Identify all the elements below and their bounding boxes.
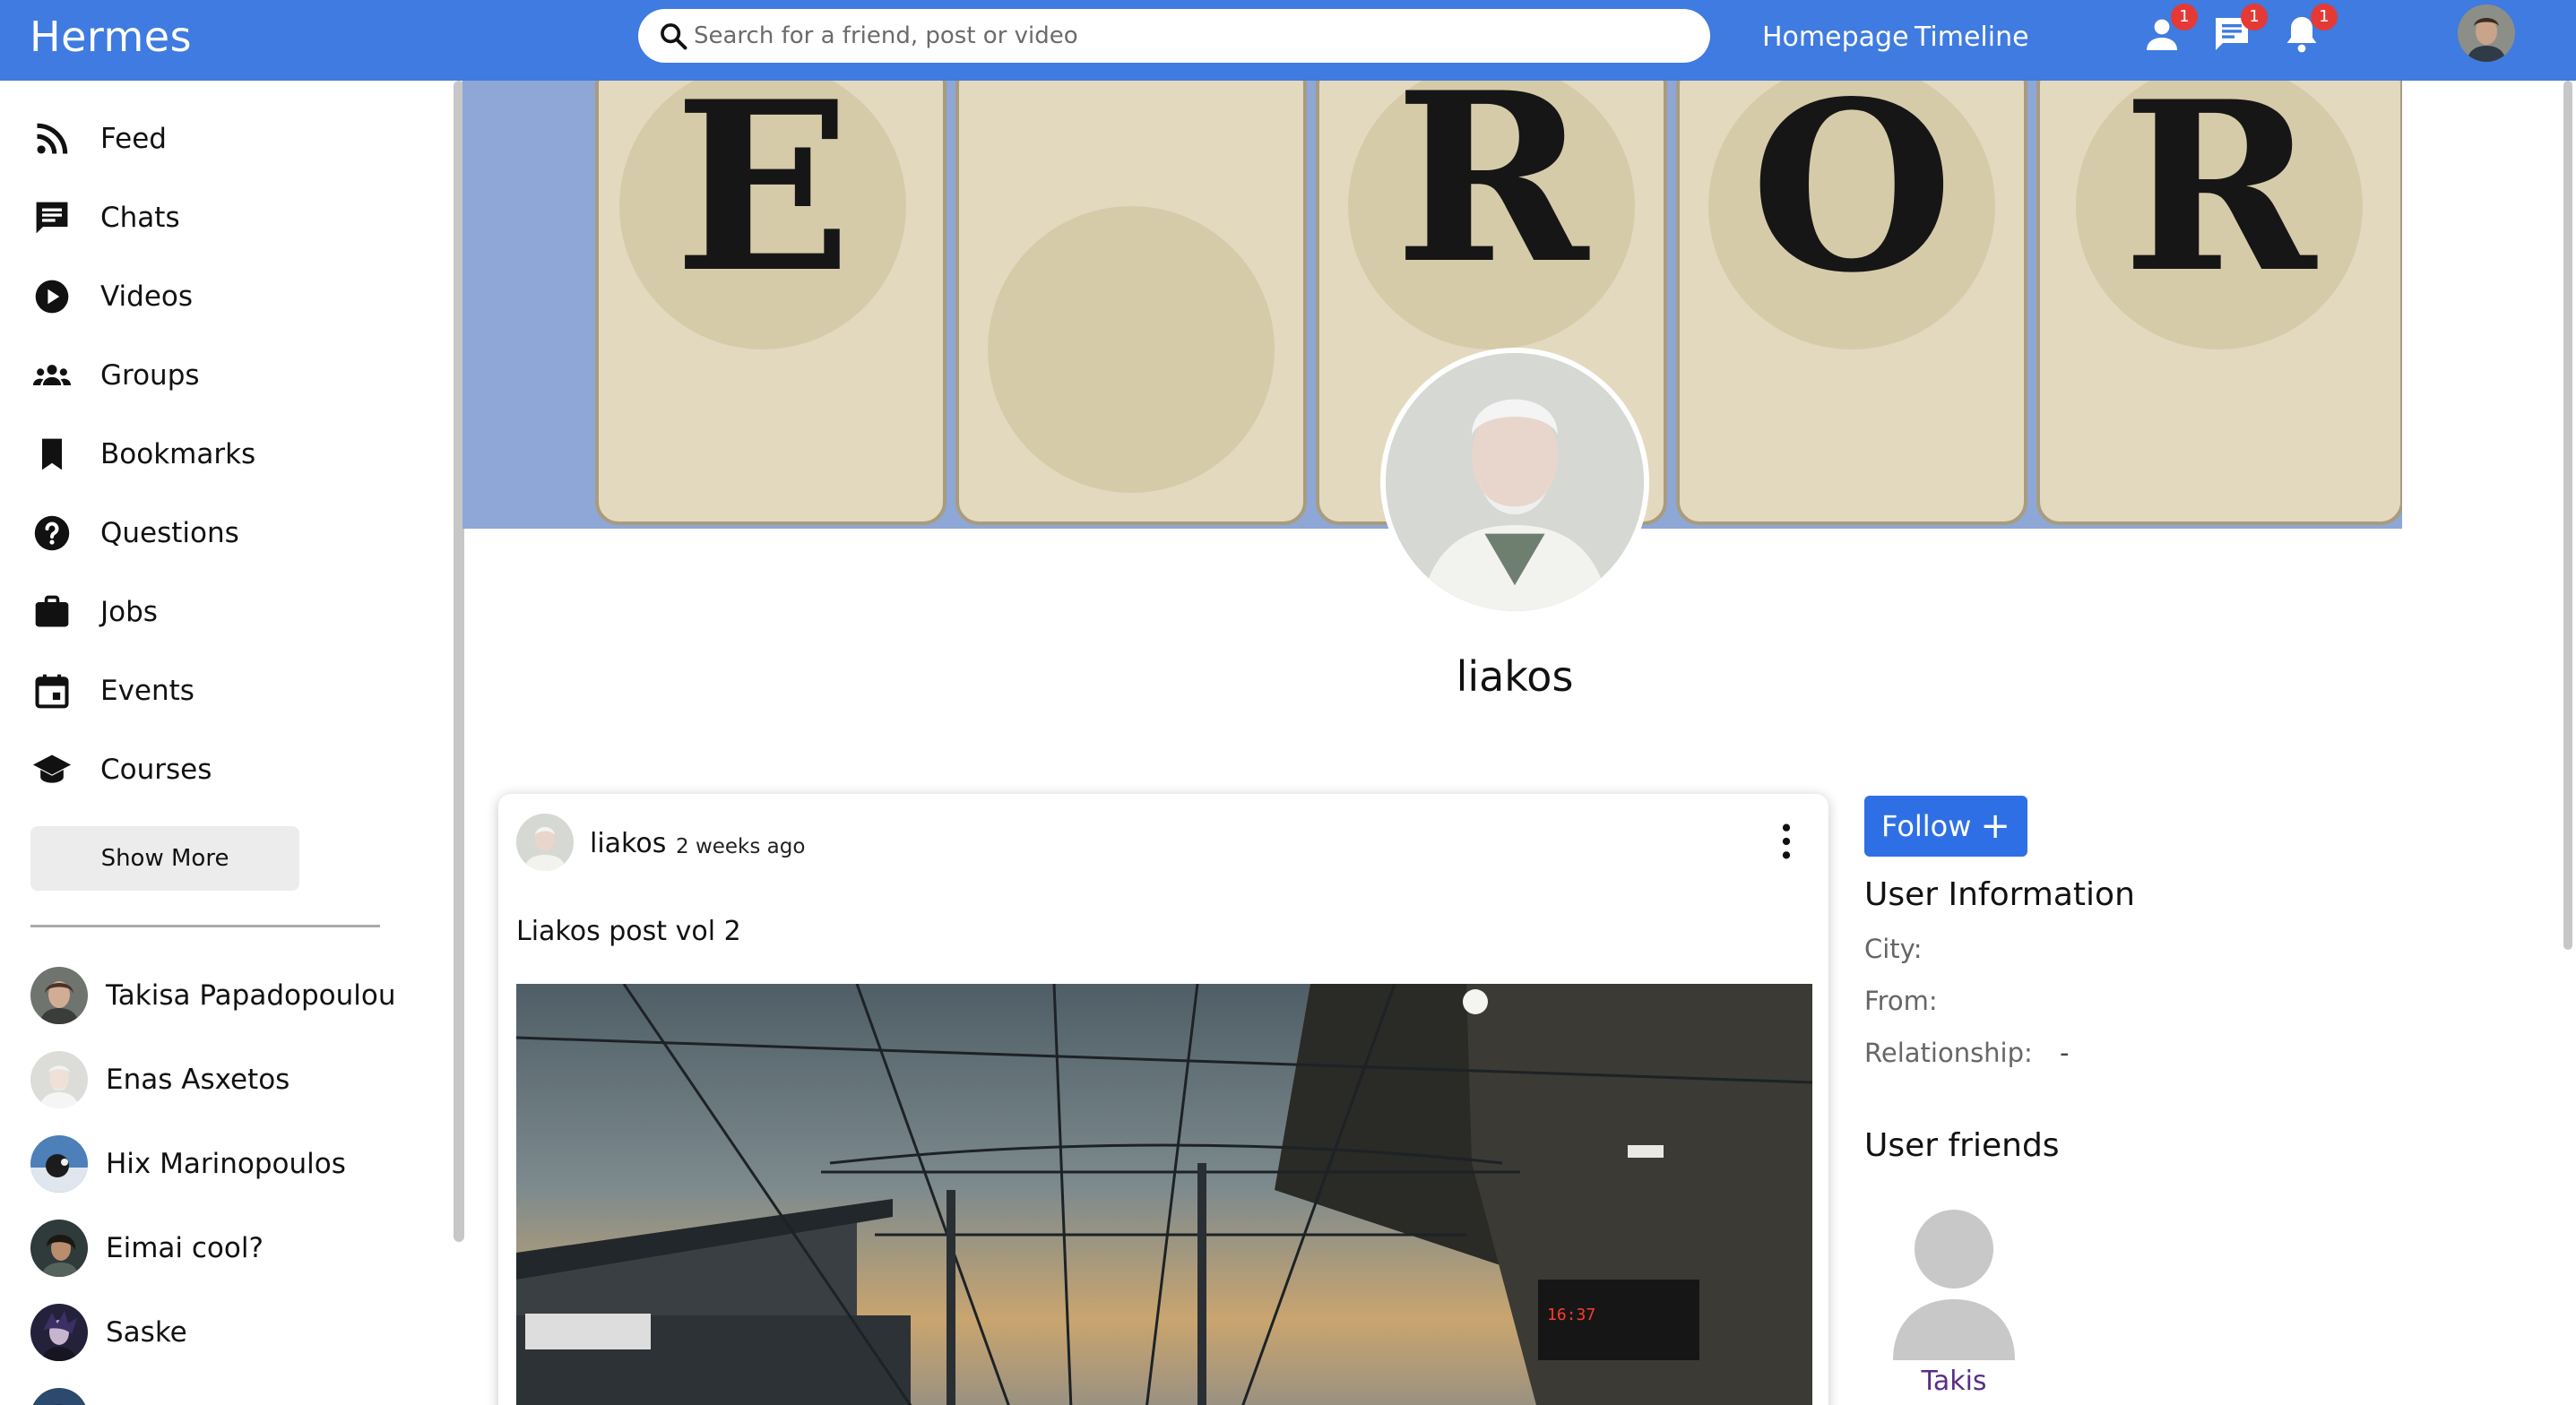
sidebar-divider (30, 925, 380, 927)
friend-name: Eimai cool? (106, 1232, 264, 1264)
from-label: From: (1864, 986, 1938, 1016)
sidebar-item-label: Chats (100, 202, 180, 234)
avatar (30, 1388, 88, 1405)
post-image-graphic: 16:37 (516, 984, 1812, 1405)
search-input[interactable] (694, 16, 1680, 56)
cover-letter: O (1750, 81, 1953, 324)
add-icon: + (1980, 806, 2010, 847)
nav-homepage-link[interactable]: Homepage (1762, 22, 1909, 53)
more-vert-icon (1782, 823, 1791, 859)
sidebar-item-label: Bookmarks (100, 438, 256, 470)
post-author-name[interactable]: liakos (590, 828, 666, 859)
messages-button[interactable]: 1 (2210, 4, 2268, 56)
relationship-value: - (2060, 1038, 2070, 1068)
sidebar-friend-item[interactable]: Enas Asxetos (30, 1050, 452, 1109)
search-bar[interactable] (638, 9, 1710, 63)
sidebar-item-events[interactable]: Events (30, 664, 407, 718)
cover-letter: R (1395, 81, 1591, 315)
sidebar-item-videos[interactable]: Videos (30, 270, 407, 323)
help-circle-icon (34, 515, 70, 551)
show-more-button[interactable]: Show More (30, 826, 299, 891)
cover-letter: E (674, 81, 851, 324)
city-label: City: (1864, 934, 1923, 964)
sidebar-item-chats[interactable]: Chats (30, 191, 407, 245)
post-timestamp: 2 weeks ago (676, 835, 806, 858)
profile-picture[interactable] (1380, 348, 1649, 616)
briefcase-icon (35, 595, 69, 627)
current-user-avatar[interactable] (2458, 4, 2515, 62)
post-image[interactable]: 16:37 (516, 984, 1812, 1405)
profile-username: liakos (1456, 652, 1574, 701)
user-information-title: User Information (1864, 876, 2135, 913)
follow-button-label: Follow (1881, 809, 1972, 843)
sidebar-item-feed[interactable]: Feed (30, 112, 407, 166)
profile-picture-image (1386, 353, 1644, 611)
user-friend-name: Takis (1921, 1366, 1987, 1397)
friend-name: Enas Asxetos (106, 1064, 290, 1096)
sidebar-item-label: Jobs (100, 596, 158, 628)
post-author-avatar[interactable] (516, 814, 574, 871)
sidebar-friend-item[interactable] (30, 1387, 452, 1405)
bookmark-icon (42, 438, 62, 470)
school-icon (32, 754, 72, 783)
sidebar-item-groups[interactable]: Groups (30, 349, 407, 402)
chat-icon (36, 202, 68, 234)
top-bar: Hermes Homepage Timeline 1 1 1 (0, 0, 2576, 81)
relationship-label: Relationship: (1864, 1038, 2033, 1068)
sidebar-item-label: Feed (100, 123, 167, 155)
sidebar-item-label: Courses (100, 754, 212, 786)
avatar (30, 1135, 88, 1193)
avatar (30, 1051, 88, 1108)
messages-badge: 1 (2241, 4, 2268, 30)
avatar (30, 1304, 88, 1361)
app-logo[interactable]: Hermes (30, 13, 192, 61)
post-options-button[interactable] (1773, 821, 1800, 862)
sidebar-item-questions[interactable]: Questions (30, 506, 407, 560)
follow-button[interactable]: Follow + (1864, 796, 2027, 857)
user-friend-card[interactable]: Takis (1891, 1208, 2017, 1397)
avatar (30, 967, 88, 1024)
friend-name: Hix Marinopoulos (106, 1148, 346, 1180)
cover-letter: R (2122, 81, 2319, 324)
sidebar-item-label: Videos (100, 280, 194, 313)
sidebar-item-jobs[interactable]: Jobs (30, 585, 407, 639)
post-card: liakos 2 weeks ago Liakos post vol 2 16:… (498, 794, 1828, 1405)
sidebar-item-label: Events (100, 675, 194, 707)
calendar-icon (35, 674, 69, 709)
sidebar-item-courses[interactable]: Courses (30, 743, 407, 797)
sidebar-item-label: Groups (100, 359, 200, 392)
sidebar-friend-item[interactable]: Saske (30, 1303, 452, 1362)
avatar-image (2458, 4, 2515, 62)
page-scrollbar[interactable] (2563, 81, 2572, 950)
friend-requests-button[interactable]: 1 (2140, 4, 2198, 56)
notifications-badge: 1 (2311, 4, 2338, 30)
sidebar-friend-item[interactable]: Takisa Papadopoulou (30, 966, 452, 1025)
search-icon (661, 23, 687, 50)
friend-requests-badge: 1 (2171, 4, 2198, 30)
groups-icon (32, 365, 72, 385)
sidebar-friend-item[interactable]: Hix Marinopoulos (30, 1134, 452, 1194)
nav-timeline-link[interactable]: Timeline (1915, 22, 2029, 53)
left-sidebar: Feed Chats Videos Groups Bookmarks Quest… (0, 81, 455, 1405)
rss-feed-icon (37, 123, 68, 154)
friend-name: Saske (106, 1316, 187, 1349)
sidebar-item-label: Questions (100, 517, 239, 549)
post-text: Liakos post vol 2 (516, 916, 741, 947)
avatar (30, 1220, 88, 1277)
user-friends-title: User friends (1864, 1127, 2060, 1164)
default-avatar-icon (1893, 1210, 2015, 1360)
svg-text:16:37: 16:37 (1547, 1306, 1595, 1324)
notifications-button[interactable]: 1 (2280, 4, 2338, 56)
sidebar-friend-item[interactable]: Eimai cool? (30, 1219, 452, 1278)
sidebar-item-bookmarks[interactable]: Bookmarks (30, 427, 407, 481)
play-circle-icon (35, 280, 69, 314)
friend-name: Takisa Papadopoulou (106, 979, 396, 1012)
